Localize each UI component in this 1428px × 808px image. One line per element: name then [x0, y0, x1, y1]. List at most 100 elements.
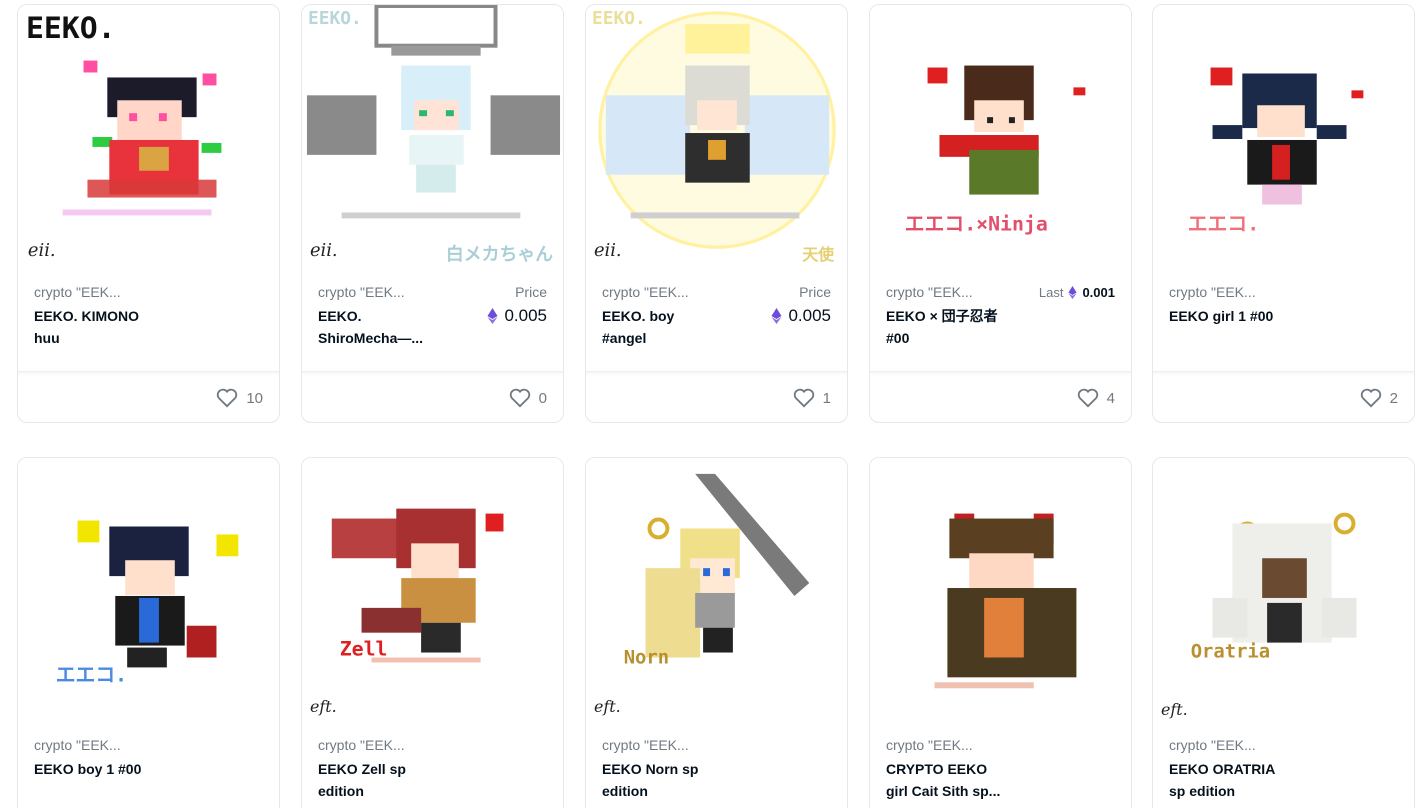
nft-name[interactable]: EEKO × 団子忍者 #00	[886, 305, 1016, 349]
nft-name-line: EEKO Zell sp	[318, 761, 406, 777]
card-footer: 1	[586, 371, 847, 422]
nft-name-line: edition	[318, 783, 364, 799]
favorite-heart-icon[interactable]	[793, 388, 815, 408]
art-caption: Norn	[624, 647, 669, 668]
nft-image[interactable]: EEKO. eii. 白メカちゃん	[302, 5, 563, 270]
girl-pixel-art: エエコ.	[1188, 67, 1364, 235]
favorite-heart-icon[interactable]	[1360, 388, 1382, 408]
kimono-girl-pixel-art: EEKO. eii.	[26, 11, 222, 261]
price-label: Price	[799, 284, 831, 300]
collection-name[interactable]: crypto "EEK...	[602, 737, 722, 753]
ethereum-icon	[771, 308, 782, 324]
nft-card[interactable]: エエコ.×Ninja crypto "EEK... EEKO × 団子忍者 #0…	[869, 4, 1132, 423]
nft-name-line: EEKO. KIMONO	[34, 308, 140, 324]
card-footer: 10	[18, 371, 279, 422]
last-sale-value: 0.001	[1082, 285, 1115, 300]
nft-image[interactable]: EEKO. eii. 天使	[586, 5, 847, 270]
likes-count: 1	[822, 389, 831, 407]
card-footer: 0	[302, 371, 563, 422]
nft-card[interactable]: EEKO. eii. 白メカちゃん crypto "EEK... EEKO. S…	[301, 4, 564, 423]
nft-name[interactable]: EEKO Zell sp edition	[318, 758, 448, 802]
nft-image[interactable]: エエコ.×Ninja	[870, 5, 1131, 270]
eeko-watermark: EEKO.	[308, 8, 362, 29]
collection-name[interactable]: crypto "EEK...	[886, 737, 1006, 753]
svg-text:eft.: eft.	[310, 697, 337, 716]
nft-card[interactable]: エエコ. crypto "EEK... EEKO boy 1 #00	[17, 457, 280, 808]
ninja-pixel-art: エエコ.×Ninja	[905, 65, 1086, 235]
nft-image[interactable]: エエコ.	[1153, 5, 1414, 270]
nft-name[interactable]: EEKO. boy #angel	[602, 305, 732, 349]
nft-image[interactable]: エエコ.	[18, 458, 279, 723]
svg-text:eii.: eii.	[310, 240, 338, 261]
oratria-pixel-art: Oratria eft.	[1161, 512, 1357, 719]
svg-text:eft.: eft.	[1161, 700, 1188, 719]
card-footer: 2	[1153, 371, 1414, 422]
nft-card[interactable]: Oratria eft. crypto "EEK... EEKO ORATRIA…	[1152, 457, 1415, 808]
collection-name[interactable]: crypto "EEK...	[886, 284, 1006, 300]
svg-text:eii.: eii.	[594, 240, 622, 261]
nft-image[interactable]: EEKO. eii.	[18, 5, 279, 270]
favorite-heart-icon[interactable]	[509, 388, 531, 408]
likes-count: 4	[1106, 389, 1115, 407]
nft-name[interactable]: EEKO Norn sp edition	[602, 758, 732, 802]
nft-image[interactable]: Zell eft.	[302, 458, 563, 723]
nft-name-line: huu	[34, 330, 60, 346]
nft-name-line: sp edition	[1169, 783, 1236, 799]
norn-pixel-art: Norn eft.	[594, 473, 810, 716]
nft-image[interactable]	[870, 458, 1131, 723]
collection-name[interactable]: crypto "EEK...	[318, 737, 438, 753]
nft-name[interactable]: EEKO girl 1 #00	[1169, 305, 1299, 327]
collection-name[interactable]: crypto "EEK...	[318, 284, 438, 300]
nft-card[interactable]: EEKO. eii. 天使 crypto "EEK... EEKO. boy #…	[585, 4, 848, 423]
art-caption: Oratria	[1191, 641, 1270, 662]
nft-card[interactable]: Zell eft. crypto "EEK... EEKO Zell sp ed…	[301, 457, 564, 808]
price-box: Price 0.005	[771, 283, 831, 327]
nft-image[interactable]: Oratria eft.	[1153, 458, 1414, 723]
svg-text:eft.: eft.	[594, 697, 621, 716]
price-box: Price 0.005	[487, 283, 547, 327]
nft-name-line: EEKO girl 1 #00	[1169, 308, 1274, 324]
collection-name[interactable]: crypto "EEK...	[1169, 284, 1289, 300]
nft-name-line: ShiroMecha—...	[318, 330, 424, 346]
eeko-watermark: EEKO.	[592, 8, 646, 29]
nft-card[interactable]: EEKO. eii. crypto "EEK... EEKO. KIMONO h…	[17, 4, 280, 423]
nft-name[interactable]: EEKO ORATRIA sp edition	[1169, 758, 1299, 802]
nft-name-line: #00	[886, 330, 910, 346]
likes-count: 0	[538, 389, 547, 407]
collection-name[interactable]: crypto "EEK...	[1169, 737, 1289, 753]
nft-card[interactable]: Norn eft. crypto "EEK... EEKO Norn sp ed…	[585, 457, 848, 808]
eeko-watermark: EEKO.	[26, 11, 116, 46]
ethereum-icon	[1068, 286, 1078, 299]
nft-name[interactable]: CRYPTO EEKO girl Cait Sith sp...	[886, 758, 1016, 802]
nft-name-line: EEKO ORATRIA	[1169, 761, 1276, 777]
nft-card[interactable]: エエコ. crypto "EEK... EEKO girl 1 #00 2	[1152, 4, 1415, 423]
nft-name-line: EEKO.	[318, 308, 362, 324]
art-caption: エエコ.×Ninja	[905, 212, 1048, 235]
collection-name[interactable]: crypto "EEK...	[602, 284, 722, 300]
price-value: 0.005	[788, 306, 831, 325]
nft-name-line: EEKO. boy	[602, 308, 675, 324]
favorite-heart-icon[interactable]	[216, 388, 238, 408]
zell-pixel-art: Zell eft.	[310, 508, 504, 716]
price-value: 0.005	[504, 306, 547, 325]
art-caption: Zell	[340, 638, 388, 661]
nft-card-grid: EEKO. eii. crypto "EEK... EEKO. KIMONO h…	[0, 0, 1428, 808]
shiromecha-pixel-art: EEKO. eii. 白メカちゃん	[306, 5, 561, 265]
collection-name[interactable]: crypto "EEK...	[34, 284, 154, 300]
nft-name[interactable]: EEKO. KIMONO huu	[34, 305, 164, 349]
nft-card[interactable]: crypto "EEK... CRYPTO EEKO girl Cait Sit…	[869, 457, 1132, 808]
art-caption: エエコ.	[1188, 212, 1259, 235]
favorite-heart-icon[interactable]	[1077, 388, 1099, 408]
cait-sith-pixel-art	[934, 513, 1077, 689]
nft-name-line: edition	[602, 783, 648, 799]
svg-text:eii.: eii.	[28, 240, 56, 261]
nft-name[interactable]: EEKO. ShiroMecha—...	[318, 305, 448, 349]
nft-name-line: CRYPTO EEKO	[886, 761, 988, 777]
nft-name-line: #angel	[602, 330, 647, 346]
likes-count: 10	[246, 389, 263, 407]
collection-name[interactable]: crypto "EEK...	[34, 737, 154, 753]
last-sale-box: Last 0.001	[1039, 285, 1115, 300]
nft-image[interactable]: Norn eft.	[586, 458, 847, 723]
last-sale-label: Last	[1038, 285, 1064, 300]
nft-name[interactable]: EEKO boy 1 #00	[34, 758, 164, 780]
